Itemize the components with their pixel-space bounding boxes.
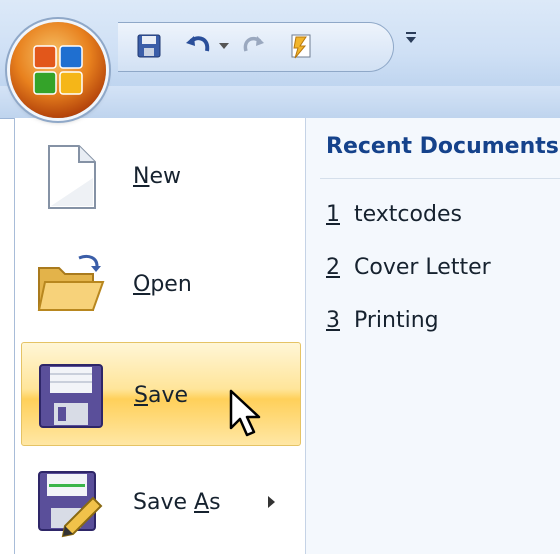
office-logo-icon	[33, 45, 83, 95]
recent-document-item[interactable]: 2 Cover Letter	[326, 255, 491, 280]
open-folder-icon	[37, 254, 105, 311]
recent-documents-panel: Recent Documents 1 textcodes 2 Cover Lette…	[306, 118, 560, 554]
recent-documents-title: Recent Documents	[326, 134, 559, 159]
recent-document-item[interactable]: 1 textcodes	[326, 202, 462, 227]
undo-dropdown-icon[interactable]	[216, 31, 232, 61]
menu-item-label: Save As	[133, 490, 221, 515]
menu-item-label: New	[133, 164, 181, 189]
new-document-icon	[48, 145, 96, 209]
menu-item-label: Open	[133, 272, 192, 297]
customize-toolbar-icon[interactable]	[405, 30, 417, 49]
menu-item-label: Save	[134, 383, 189, 408]
redo-icon[interactable]	[238, 31, 268, 61]
menu-commands: New Open Save Save As	[15, 118, 306, 554]
quick-access-toolbar	[118, 22, 394, 72]
recent-document-item[interactable]: 3 Printing	[326, 308, 439, 333]
save-as-icon	[38, 471, 103, 538]
menu-item-new[interactable]: New	[21, 124, 301, 228]
repeat-format-icon[interactable]	[286, 31, 316, 61]
floppy-disk-icon	[39, 364, 103, 428]
menu-item-save-as[interactable]: Save As	[21, 450, 301, 554]
menu-item-open[interactable]: Open	[21, 232, 301, 336]
save-icon[interactable]	[134, 31, 164, 61]
divider	[320, 178, 560, 179]
office-button[interactable]	[10, 22, 106, 118]
undo-icon[interactable]	[184, 31, 214, 61]
office-menu: New Open Save Save As Recent Documents 1…	[14, 118, 560, 554]
mouse-cursor-icon	[229, 389, 261, 437]
submenu-arrow-icon	[268, 496, 275, 508]
